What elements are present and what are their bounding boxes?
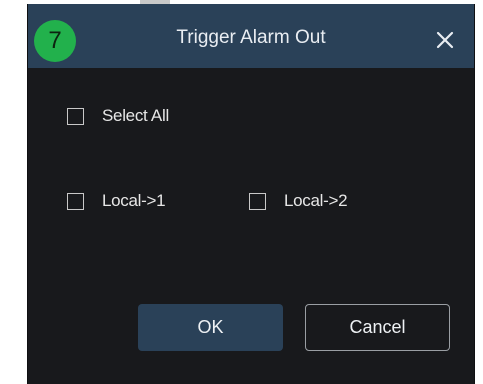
- local-2-option[interactable]: Local->2: [249, 191, 348, 211]
- page: Trigger Alarm Out 7 Select All Local->1 …: [0, 0, 483, 384]
- ok-button[interactable]: OK: [138, 304, 283, 351]
- trigger-alarm-out-dialog: Trigger Alarm Out 7 Select All Local->1 …: [27, 4, 475, 384]
- local-1-checkbox[interactable]: [67, 192, 84, 210]
- local-1-option[interactable]: Local->1: [67, 191, 166, 211]
- dialog-title: Trigger Alarm Out: [176, 27, 326, 48]
- local-2-checkbox[interactable]: [249, 192, 266, 210]
- select-all-label: Select All: [102, 106, 169, 125]
- select-all-option[interactable]: Select All: [67, 106, 169, 126]
- local-1-label: Local->1: [102, 191, 166, 210]
- step-number-badge: 7: [34, 20, 76, 62]
- close-icon: [436, 31, 454, 49]
- select-all-checkbox[interactable]: [67, 107, 84, 125]
- local-2-label: Local->2: [284, 191, 348, 210]
- dialog-titlebar: Trigger Alarm Out 7: [28, 4, 474, 68]
- close-button[interactable]: [430, 24, 460, 54]
- cancel-button[interactable]: Cancel: [305, 304, 450, 351]
